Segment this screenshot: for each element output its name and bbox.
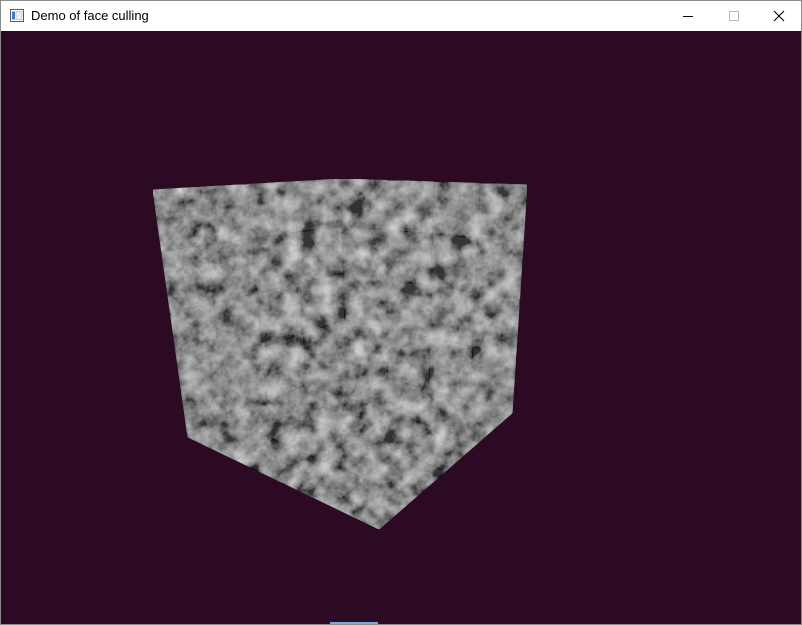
- app-window: Demo of face culling: [0, 0, 802, 625]
- marble-tile: [340, 178, 388, 231]
- app-window-icon: [10, 9, 24, 22]
- marble-tile: [342, 272, 388, 330]
- taskbar-indicator: [330, 622, 378, 624]
- marble-tile: [387, 278, 433, 339]
- window-title: Demo of face culling: [31, 8, 149, 23]
- marble-tile: [251, 231, 301, 294]
- marble-tile: [430, 233, 479, 294]
- marble-tile: [341, 225, 388, 281]
- marble-tile: [246, 181, 298, 240]
- marble-tile: [472, 291, 521, 357]
- close-button[interactable]: [756, 1, 802, 31]
- marble-tile: [293, 178, 343, 234]
- marble-tile: [206, 238, 258, 304]
- marble-tile: [199, 183, 253, 246]
- marble-tile: [432, 181, 482, 239]
- marble-tile: [161, 244, 215, 315]
- close-icon: [773, 10, 785, 22]
- maximize-icon: [729, 11, 739, 21]
- maximize-button[interactable]: [711, 1, 757, 31]
- marble-tile: [474, 237, 524, 300]
- marble-tile: [152, 186, 208, 253]
- marble-tile: [477, 182, 528, 243]
- minimize-icon: [683, 16, 693, 17]
- tiled-room-scene: [152, 178, 528, 530]
- marble-tile: [387, 229, 434, 287]
- render-viewport[interactable]: [1, 31, 801, 624]
- marble-tile: [387, 179, 435, 235]
- minimize-button[interactable]: [665, 1, 711, 31]
- room-geometry: [152, 178, 528, 530]
- title-bar[interactable]: Demo of face culling: [1, 1, 801, 31]
- marble-tile: [429, 285, 477, 348]
